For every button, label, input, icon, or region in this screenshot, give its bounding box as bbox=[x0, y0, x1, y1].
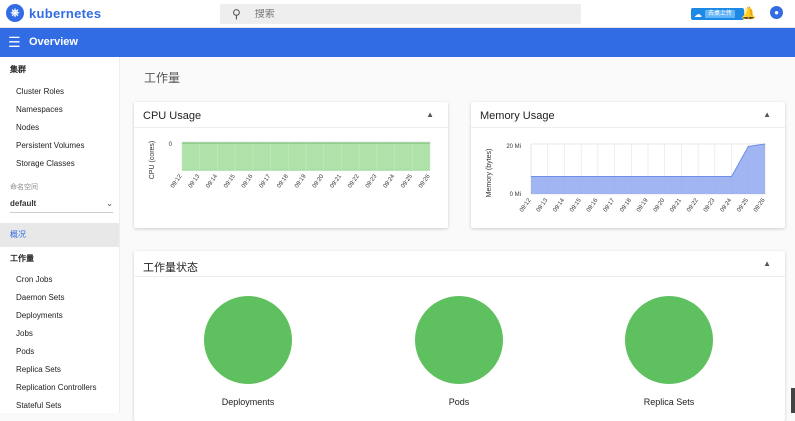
replica-sets-status-label: Replica Sets bbox=[643, 397, 695, 407]
menu-icon[interactable]: ☰ bbox=[8, 34, 21, 51]
sidebar-item-stateful-sets[interactable]: Stateful Sets bbox=[0, 397, 119, 413]
x-tick-label: 09:23 bbox=[365, 173, 379, 189]
sidebar-item-cron-jobs[interactable]: Cron Jobs bbox=[0, 271, 119, 289]
x-tick-label: 09:18 bbox=[276, 173, 290, 189]
x-tick-label: 09:13 bbox=[188, 173, 202, 189]
x-tick-label: 09:23 bbox=[703, 197, 717, 213]
search-input[interactable] bbox=[254, 8, 555, 20]
pods-status-label: Pods bbox=[448, 397, 470, 407]
pods-status-chart[interactable] bbox=[415, 296, 503, 384]
chevron-down-icon: ⌄ bbox=[106, 199, 113, 208]
page-header-title: Overview bbox=[29, 36, 78, 48]
x-tick-label: 09:17 bbox=[259, 173, 273, 189]
x-tick-label: 09:20 bbox=[653, 197, 667, 213]
top-bar: ⎈ kubernetes ⚲ ☁ 去桌上传 🔔 ● bbox=[0, 0, 795, 28]
x-tick-label: 09:18 bbox=[619, 197, 633, 213]
x-tick-label: 09:17 bbox=[603, 197, 617, 213]
cpu-card-title: CPU Usage bbox=[143, 110, 202, 122]
x-tick-label: 09:22 bbox=[347, 173, 361, 189]
memory-usage-card: Memory Usage ▲ 09:12 09:13 09:14 09:15 09:16… bbox=[471, 102, 785, 228]
sidebar-item-namespaces[interactable]: Namespaces bbox=[0, 101, 119, 119]
sidebar-item-storage-classes[interactable]: Storage Classes bbox=[0, 155, 119, 173]
sidebar-heading-cluster: 集群 bbox=[10, 65, 26, 74]
x-tick-label: 09:24 bbox=[383, 173, 397, 189]
sidebar-item-nodes[interactable]: Nodes bbox=[0, 119, 119, 137]
cloud-icon: ☁ bbox=[694, 9, 702, 19]
sidebar-item-cluster-roles[interactable]: Cluster Roles bbox=[0, 83, 119, 101]
x-tick-label: 09:13 bbox=[536, 197, 550, 213]
namespace-select[interactable]: default ⌄ bbox=[10, 195, 113, 213]
x-tick-label: 09:26 bbox=[753, 197, 767, 213]
namespace-label: 命名空间 bbox=[10, 184, 38, 191]
x-tick-label: 09:15 bbox=[569, 197, 583, 213]
deployments-status-chart[interactable] bbox=[204, 296, 292, 384]
scrollbar[interactable] bbox=[791, 388, 795, 413]
sidebar-item-deployments[interactable]: Deployments bbox=[0, 307, 119, 325]
x-tick-label: 09:19 bbox=[636, 197, 650, 213]
x-tick-label: 09:21 bbox=[330, 173, 344, 189]
x-tick-label: 09:16 bbox=[241, 173, 255, 189]
x-tick-label: 09:24 bbox=[720, 197, 734, 213]
workload-status-card: 工作量状态 ▲ Deployments Pods Replica Sets bbox=[134, 251, 785, 421]
sidebar-item-persistent-volumes[interactable]: Persistent Volumes bbox=[0, 137, 119, 155]
upload-badge-label: 去桌上传 bbox=[705, 10, 736, 18]
x-tick-label: 09:26 bbox=[418, 173, 432, 189]
namespace-value: default bbox=[10, 199, 37, 208]
memory-card-title: Memory Usage bbox=[480, 110, 555, 122]
x-tick-label: 09:14 bbox=[553, 197, 567, 213]
sidebar: 集群 Cluster Roles Namespaces Nodes Persis… bbox=[0, 57, 120, 413]
brand-name: kubernetes bbox=[29, 5, 102, 21]
collapse-icon[interactable]: ▲ bbox=[426, 110, 434, 119]
sidebar-item-replica-sets[interactable]: Replica Sets bbox=[0, 361, 119, 379]
sidebar-item-jobs[interactable]: Jobs bbox=[0, 325, 119, 343]
x-tick-label: 09:25 bbox=[400, 173, 414, 189]
sidebar-heading-workloads[interactable]: 工作量 bbox=[0, 250, 119, 268]
kubernetes-logo-icon: ⎈ bbox=[6, 4, 24, 22]
status-card-title: 工作量状态 bbox=[143, 262, 198, 274]
x-tick-label: 09:14 bbox=[206, 173, 220, 189]
page-title: 工作量 bbox=[144, 71, 181, 85]
y-tick-label: 20 Mi bbox=[506, 144, 521, 150]
y-axis-label: CPU (cores) bbox=[149, 141, 156, 180]
deployments-status-label: Deployments bbox=[221, 397, 275, 407]
memory-chart: 09:12 09:13 09:14 09:15 09:16 09:17 09:18 09:19… bbox=[486, 143, 767, 213]
x-tick-label: 09:21 bbox=[670, 197, 684, 213]
cpu-chart: 09:12 09:13 09:14 09:15 09:16 09:17 09:18 09:19… bbox=[149, 141, 432, 190]
sidebar-item-daemon-sets[interactable]: Daemon Sets bbox=[0, 289, 119, 307]
collapse-icon[interactable]: ▲ bbox=[763, 259, 771, 268]
upload-badge[interactable]: ☁ 去桌上传 bbox=[691, 8, 744, 20]
x-tick-label: 09:19 bbox=[294, 173, 308, 189]
x-tick-label: 09:25 bbox=[736, 197, 750, 213]
y-tick-label: 0 Mi bbox=[510, 192, 521, 198]
x-tick-label: 09:20 bbox=[312, 173, 326, 189]
brand-logo[interactable]: ⎈ kubernetes bbox=[6, 4, 101, 22]
cpu-usage-card: CPU Usage ▲ 09:12 09:13 09:14 09:15 09:16 09:… bbox=[134, 102, 448, 228]
search-icon: ⚲ bbox=[232, 7, 241, 21]
x-tick-label: 09:12 bbox=[519, 197, 533, 213]
app-bar: ☰ Overview bbox=[0, 28, 795, 57]
main-content: 工作量 CPU Usage ▲ 09:12 09:13 09:14 09:15 09:1… bbox=[120, 57, 795, 421]
y-tick-label: 0 bbox=[169, 142, 173, 148]
replica-sets-status-chart[interactable] bbox=[625, 296, 713, 384]
sidebar-item-pods[interactable]: Pods bbox=[0, 343, 119, 361]
x-tick-label: 09:12 bbox=[170, 173, 184, 189]
y-axis-label: Memory (bytes) bbox=[486, 149, 493, 198]
search-bar[interactable]: ⚲ bbox=[220, 4, 581, 24]
sidebar-item-overview[interactable]: 概况 bbox=[0, 223, 119, 247]
collapse-icon[interactable]: ▲ bbox=[763, 110, 771, 119]
notifications-bell-icon[interactable]: 🔔 bbox=[741, 6, 756, 20]
sidebar-item-replication-controllers[interactable]: Replication Controllers bbox=[0, 379, 119, 397]
card-divider bbox=[134, 276, 785, 277]
x-tick-label: 09:22 bbox=[686, 197, 700, 213]
account-icon[interactable]: ● bbox=[770, 6, 783, 19]
x-tick-label: 09:15 bbox=[223, 173, 237, 189]
x-tick-label: 09:16 bbox=[586, 197, 600, 213]
